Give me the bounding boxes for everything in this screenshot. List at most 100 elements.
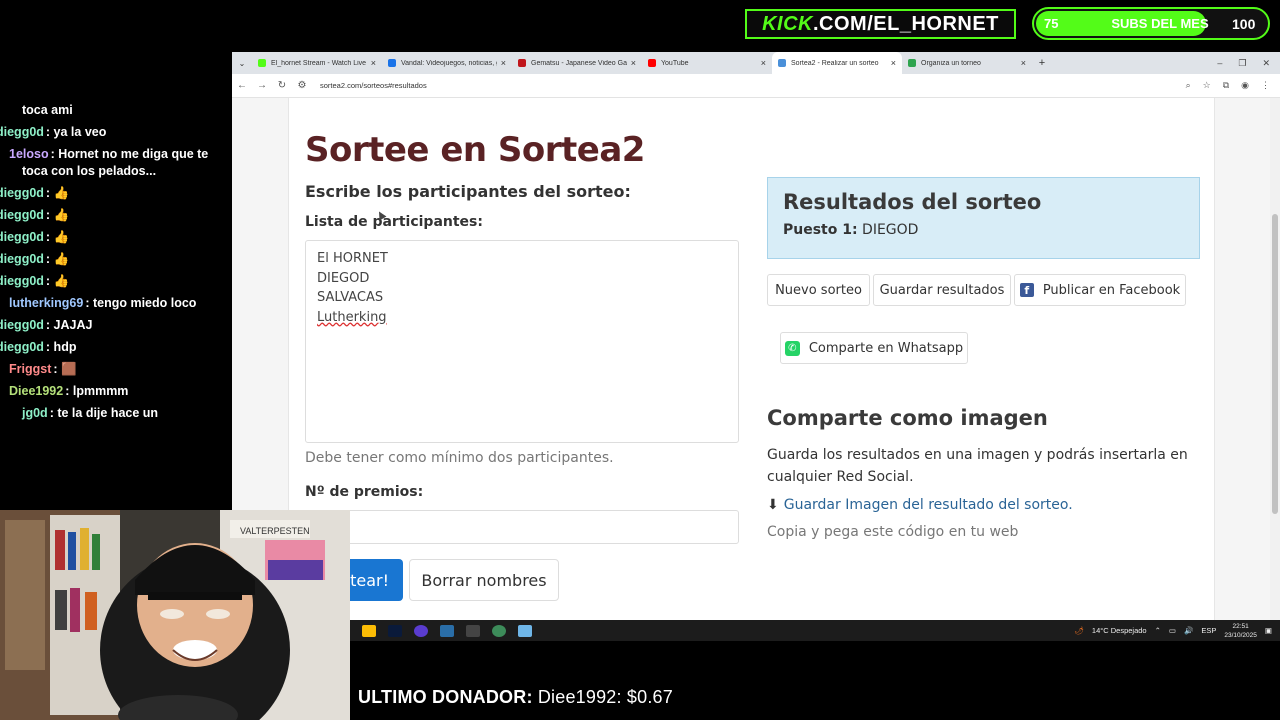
share-image-title: Comparte como imagen bbox=[767, 406, 1048, 430]
notifications-icon[interactable]: ▣ bbox=[1265, 626, 1272, 635]
kick-url-banner: KICK .COM/EL_HORNET bbox=[745, 9, 1016, 39]
chat-message: Kdiegg0d: 👍 bbox=[0, 183, 232, 205]
subs-current: 75 bbox=[1044, 16, 1059, 31]
tab-search-icon[interactable]: ⌄ bbox=[232, 59, 252, 68]
profile-icon[interactable]: ◉ bbox=[1241, 80, 1249, 91]
facebook-share-button[interactable]: f Publicar en Facebook bbox=[1014, 274, 1186, 306]
kick-url-text: .COM/EL_HORNET bbox=[812, 12, 999, 35]
chrome-taskbar-icon[interactable] bbox=[362, 624, 376, 637]
chat-username[interactable]: jg0d bbox=[22, 406, 48, 420]
chat-text: : lpmmmm bbox=[65, 384, 129, 398]
chat-message: Kdiegg0d: 👍 bbox=[0, 227, 232, 249]
clear-names-button[interactable]: Borrar nombres bbox=[409, 559, 559, 601]
restore-icon[interactable]: ❐ bbox=[1238, 58, 1246, 69]
chat-message: jg0d: te la dije hace un bbox=[0, 403, 232, 425]
browser-tab[interactable]: El_hornet Stream - Watch Live o × bbox=[252, 52, 382, 74]
menu-dots-icon[interactable]: ⋮ bbox=[1261, 80, 1270, 91]
whatsapp-share-button[interactable]: ✆ Comparte en Whatsapp bbox=[780, 332, 968, 364]
whatsapp-icon: ✆ bbox=[784, 340, 800, 356]
tab-close-icon[interactable]: × bbox=[501, 58, 506, 68]
browser-tab[interactable]: Gematsu - Japanese Video Gam × bbox=[512, 52, 642, 74]
kick-logo-text: KICK bbox=[762, 12, 813, 35]
page-scrollbar[interactable] bbox=[1270, 98, 1280, 620]
bookmark-star-icon[interactable]: ☆ bbox=[1203, 80, 1211, 91]
save-results-button[interactable]: Guardar resultados bbox=[873, 274, 1011, 306]
chat-message: K1eloso: Hornet no me diga que te toca c… bbox=[0, 144, 232, 183]
chat-username[interactable]: 1eloso bbox=[9, 147, 49, 161]
tab-favicon-icon bbox=[778, 59, 786, 67]
chat-message: Kdiegg0d: 👍 bbox=[0, 271, 232, 293]
participant-line: SALVACAS bbox=[317, 290, 384, 305]
new-draw-button[interactable]: Nuevo sorteo bbox=[767, 274, 870, 306]
min-participants-help: Debe tener como mínimo dos participantes… bbox=[305, 450, 614, 466]
last-donor-label: ULTIMO DONADOR: bbox=[358, 687, 533, 707]
chat-username[interactable]: Diee1992 bbox=[9, 384, 63, 398]
chat-username[interactable]: diegg0d bbox=[0, 125, 44, 139]
chat-username[interactable]: diegg0d bbox=[0, 340, 44, 354]
prizes-input[interactable] bbox=[305, 510, 739, 544]
chat-text: : 👍 bbox=[45, 274, 70, 288]
stream-overlay: toca amiKdiegg0d: ya la veoK1eloso: Horn… bbox=[0, 0, 1280, 720]
chat-text: toca ami bbox=[22, 103, 73, 117]
browser-tab[interactable]: YouTube × bbox=[642, 52, 772, 74]
app3-taskbar-icon[interactable] bbox=[492, 624, 506, 637]
chat-username[interactable]: lutherking69 bbox=[9, 296, 83, 310]
tab-close-icon[interactable]: × bbox=[631, 58, 636, 68]
tab-close-icon[interactable]: × bbox=[761, 58, 766, 68]
result-row: Puesto 1: DIEGOD bbox=[783, 222, 1184, 238]
prizes-label: Nº de premios: bbox=[305, 484, 424, 500]
tab-favicon-icon bbox=[518, 59, 526, 67]
participant-line: Lutherking bbox=[317, 309, 387, 325]
chat-text: : 👍 bbox=[45, 186, 70, 200]
steam-taskbar-icon[interactable] bbox=[440, 624, 454, 637]
results-title: Resultados del sorteo bbox=[783, 190, 1042, 214]
new-tab-icon[interactable]: + bbox=[1032, 57, 1052, 69]
save-image-link[interactable]: ⬇ Guardar Imagen del resultado del sorteo… bbox=[767, 497, 1073, 513]
close-window-icon[interactable]: ✕ bbox=[1262, 58, 1270, 69]
subs-goal-bar: 75 SUBS DEL MES 100 bbox=[1032, 7, 1270, 40]
tab-title: YouTube bbox=[661, 59, 689, 67]
site-info-icon[interactable]: ⚙ bbox=[292, 80, 312, 91]
chat-panel: toca amiKdiegg0d: ya la veoK1eloso: Horn… bbox=[0, 100, 232, 425]
chat-text: : ya la veo bbox=[45, 125, 107, 139]
extensions-icon[interactable]: ⧉ bbox=[1223, 80, 1229, 91]
network-icon[interactable]: ▭ bbox=[1169, 626, 1176, 635]
chat-username[interactable]: Friggst bbox=[9, 362, 51, 376]
participants-list-label: Lista de participantes: bbox=[305, 214, 483, 230]
result-position: Puesto 1: bbox=[783, 222, 858, 238]
chat-username[interactable]: diegg0d bbox=[0, 318, 44, 332]
back-icon[interactable]: ← bbox=[232, 80, 252, 91]
chat-username[interactable]: diegg0d bbox=[0, 252, 44, 266]
chat-username[interactable]: diegg0d bbox=[0, 208, 44, 222]
chat-message: Kdiegg0d: 👍 bbox=[0, 249, 232, 271]
chat-username[interactable]: diegg0d bbox=[0, 230, 44, 244]
url-field[interactable]: sortea2.com/sorteos#resultados bbox=[320, 81, 427, 90]
browser-window: ⌄ El_hornet Stream - Watch Live o × Vandal… bbox=[232, 52, 1280, 620]
chat-username[interactable]: diegg0d bbox=[0, 186, 44, 200]
volume-icon[interactable]: 🔊 bbox=[1184, 626, 1193, 635]
tab-close-icon[interactable]: × bbox=[371, 58, 376, 68]
tab-close-icon[interactable]: × bbox=[891, 58, 896, 68]
tab-close-icon[interactable]: × bbox=[1021, 58, 1026, 68]
participants-textarea[interactable]: El HORNET DIEGOD SALVACAS Lutherking bbox=[305, 240, 739, 443]
minimize-icon[interactable]: – bbox=[1217, 58, 1222, 69]
chat-text: : 👍 bbox=[45, 252, 70, 266]
browser-tab[interactable]: Sortea2 - Realizar un sorteo × bbox=[772, 52, 902, 74]
browser-tab[interactable]: Organiza un torneo × bbox=[902, 52, 1032, 74]
forward-icon[interactable]: → bbox=[252, 80, 272, 91]
subs-label: SUBS DEL MES bbox=[1111, 16, 1209, 31]
app-taskbar-icon[interactable] bbox=[414, 624, 428, 637]
window-controls: – ❐ ✕ bbox=[1217, 58, 1280, 69]
language-indicator[interactable]: ESP bbox=[1201, 626, 1216, 635]
zoom-icon[interactable]: ⌕ bbox=[1186, 80, 1191, 91]
chat-message: Klutherking69: tengo miedo loco bbox=[0, 293, 232, 315]
taskbar-clock[interactable]: 22:51 23/10/2025 bbox=[1224, 622, 1257, 640]
tray-arrow-icon[interactable]: ⌃ bbox=[1155, 626, 1161, 635]
app2-taskbar-icon[interactable] bbox=[466, 624, 480, 637]
reload-icon[interactable]: ↻ bbox=[272, 80, 292, 91]
scrollbar-thumb[interactable] bbox=[1272, 214, 1278, 514]
photoshop-taskbar-icon[interactable] bbox=[388, 624, 402, 637]
chat-username[interactable]: diegg0d bbox=[0, 274, 44, 288]
browser-tab[interactable]: Vandal: Videojuegos, noticias, g × bbox=[382, 52, 512, 74]
app4-taskbar-icon[interactable] bbox=[518, 624, 532, 637]
